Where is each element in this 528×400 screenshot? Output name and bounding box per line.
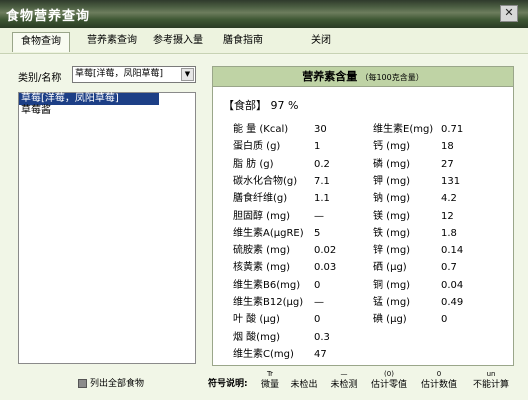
nutrient-value: 0.3 — [314, 331, 330, 343]
nutrient-label: 叶 酸 (μg) — [233, 314, 280, 326]
list-item[interactable]: 草莓[洋莓，凤阳草莓] — [19, 93, 159, 105]
legend-text: 未检出 — [290, 380, 318, 390]
tab-nutrient-query[interactable]: 营养素查询 — [82, 32, 142, 52]
legend-item: Tr 微量 — [258, 370, 282, 391]
nutrient-value: 0.7 — [441, 262, 457, 274]
nutrient-label: 硒 (μg) — [373, 262, 407, 274]
nutrient-label: 锌 (mg) — [373, 245, 411, 257]
food-portion-value: 97 % — [270, 99, 299, 112]
legend-symbol: un — [486, 370, 496, 378]
legend-symbol: Tr — [266, 370, 274, 378]
nutrient-value: 0.2 — [314, 158, 330, 170]
nutrient-value: 1 — [314, 141, 321, 153]
nutrient-label: 维生素A(μgRE) — [233, 227, 304, 239]
nutrient-value: 0.04 — [441, 279, 464, 291]
symbol-legend: 符号说明: Tr 微量 未检出 — 未检测 (0) 估计零值 0 估计数值 un… — [208, 370, 524, 400]
nutrient-value: — — [314, 297, 324, 308]
nutrient-label: 铁 (mg) — [373, 227, 411, 239]
nutrient-value: 0.02 — [314, 245, 337, 257]
legend-text: 微量 — [260, 380, 279, 390]
nutrient-label: 维生素B6(mg) — [233, 279, 301, 291]
nutrient-value: 12 — [441, 210, 454, 222]
nutrient-value: — — [314, 210, 324, 222]
tab-close[interactable]: 关闭 — [306, 32, 336, 52]
panel-header: 营养素含量 （每100克含量） — [213, 67, 513, 87]
legend-symbol: 0 — [436, 370, 442, 378]
nutrient-value: 18 — [441, 141, 454, 153]
nutrient-value: 1.8 — [441, 227, 457, 239]
nutrient-value: 7.1 — [314, 175, 330, 187]
chevron-down-icon[interactable]: ▼ — [181, 68, 194, 81]
nutrient-label: 硫胺素 (mg) — [233, 245, 291, 257]
nutrient-label: 碘 (μg) — [373, 314, 407, 326]
tab-reference-intake[interactable]: 参考摄入量 — [148, 32, 208, 52]
nutrient-value: 27 — [441, 158, 454, 170]
nutrient-label: 脂 肪 (g) — [233, 158, 274, 170]
list-all-button[interactable]: 列出全部食物 — [78, 376, 144, 389]
legend-text: 估计数值 — [420, 380, 457, 390]
legend-symbol: (0) — [384, 370, 394, 378]
nutrient-value: 0 — [441, 314, 448, 326]
nutrient-value: 5 — [314, 227, 321, 239]
panel-subtitle: （每100克含量） — [360, 73, 424, 82]
nutrient-label: 烟 酸(mg) — [233, 331, 281, 343]
list-icon — [78, 379, 87, 388]
food-list[interactable]: 草莓[洋莓，凤阳草莓] 草莓酱 — [18, 92, 196, 364]
legend-symbol: — — [340, 370, 348, 378]
tab-bar: 食物查询 营养素查询 参考摄入量 膳食指南 关闭 — [0, 28, 528, 54]
tab-food-query[interactable]: 食物查询 — [12, 32, 70, 52]
nutrient-label: 碳水化合物(g) — [233, 175, 298, 187]
legend-item: (0) 估计零值 — [366, 370, 412, 391]
nutrient-panel: 营养素含量 （每100克含量） 【食部】 97 % 能 量 (Kcal) 30 蛋白… — [212, 66, 514, 366]
nutrient-label: 维生素E(mg) — [373, 124, 434, 135]
tab-dietary-guide[interactable]: 膳食指南 — [218, 32, 268, 52]
category-select[interactable]: 草莓[洋莓，凤阳草莓] ▼ — [72, 66, 196, 83]
nutrient-value: 0.71 — [441, 124, 464, 135]
nutrient-label: 锰 (mg) — [373, 297, 411, 308]
list-all-label: 列出全部食物 — [90, 379, 145, 389]
legend-text: 估计零值 — [370, 380, 407, 390]
nutrient-label: 蛋白质 (g) — [233, 141, 281, 153]
nutrient-label: 维生素C(mg) — [233, 348, 294, 360]
title-bar: 食物营养查询 ✕ — [0, 0, 528, 28]
nutrient-label: 能 量 (Kcal) — [233, 124, 289, 135]
nutrient-label: 铜 (mg) — [373, 279, 411, 291]
legend-title: 符号说明: — [208, 379, 248, 389]
nutrient-label: 钾 (mg) — [373, 175, 411, 187]
legend-symbol — [286, 370, 322, 379]
nutrient-label: 磷 (mg) — [373, 158, 411, 170]
panel-title: 营养素含量 — [302, 70, 358, 83]
select-value: 草莓[洋莓，凤阳草莓] — [75, 69, 164, 79]
nutrient-value: 0.03 — [314, 262, 337, 274]
nutrient-value: 47 — [314, 348, 327, 360]
nutrient-label: 维生素B12(μg) — [233, 297, 304, 308]
nutrient-value: 0.49 — [441, 297, 464, 308]
legend-item: 0 估计数值 — [416, 370, 462, 391]
legend-text: 不能计算 — [472, 380, 509, 390]
legend-text: 未检测 — [330, 380, 358, 390]
nutrient-label: 核黄素 (mg) — [233, 262, 291, 274]
nutrient-value: 131 — [441, 175, 461, 187]
nutrient-value: 0 — [314, 279, 321, 291]
close-icon[interactable]: ✕ — [500, 5, 518, 22]
nutrient-value: 0.14 — [441, 245, 464, 257]
window-title: 食物营养查询 — [6, 9, 91, 24]
nutrient-label: 镁 (mg) — [373, 210, 411, 222]
nutrient-value: 4.2 — [441, 193, 457, 205]
nutrient-label: 钠 (mg) — [373, 193, 411, 205]
legend-item: 未检出 — [286, 370, 322, 391]
food-portion-label: 【食部】 — [223, 99, 267, 112]
category-label: 类别/名称 — [18, 73, 62, 84]
nutrient-label: 胆固醇 (mg) — [233, 210, 291, 222]
nutrient-value: 0 — [314, 314, 321, 326]
legend-item: un 不能计算 — [466, 370, 516, 391]
list-item[interactable]: 草莓酱 — [19, 105, 195, 117]
nutrient-label: 钙 (mg) — [373, 141, 411, 153]
food-portion: 【食部】 97 % — [223, 97, 298, 113]
nutrient-value: 1.1 — [314, 193, 330, 205]
legend-item: — 未检测 — [326, 370, 362, 391]
nutrient-label: 膳食纤维(g) — [233, 193, 288, 205]
nutrient-value: 30 — [314, 124, 327, 135]
